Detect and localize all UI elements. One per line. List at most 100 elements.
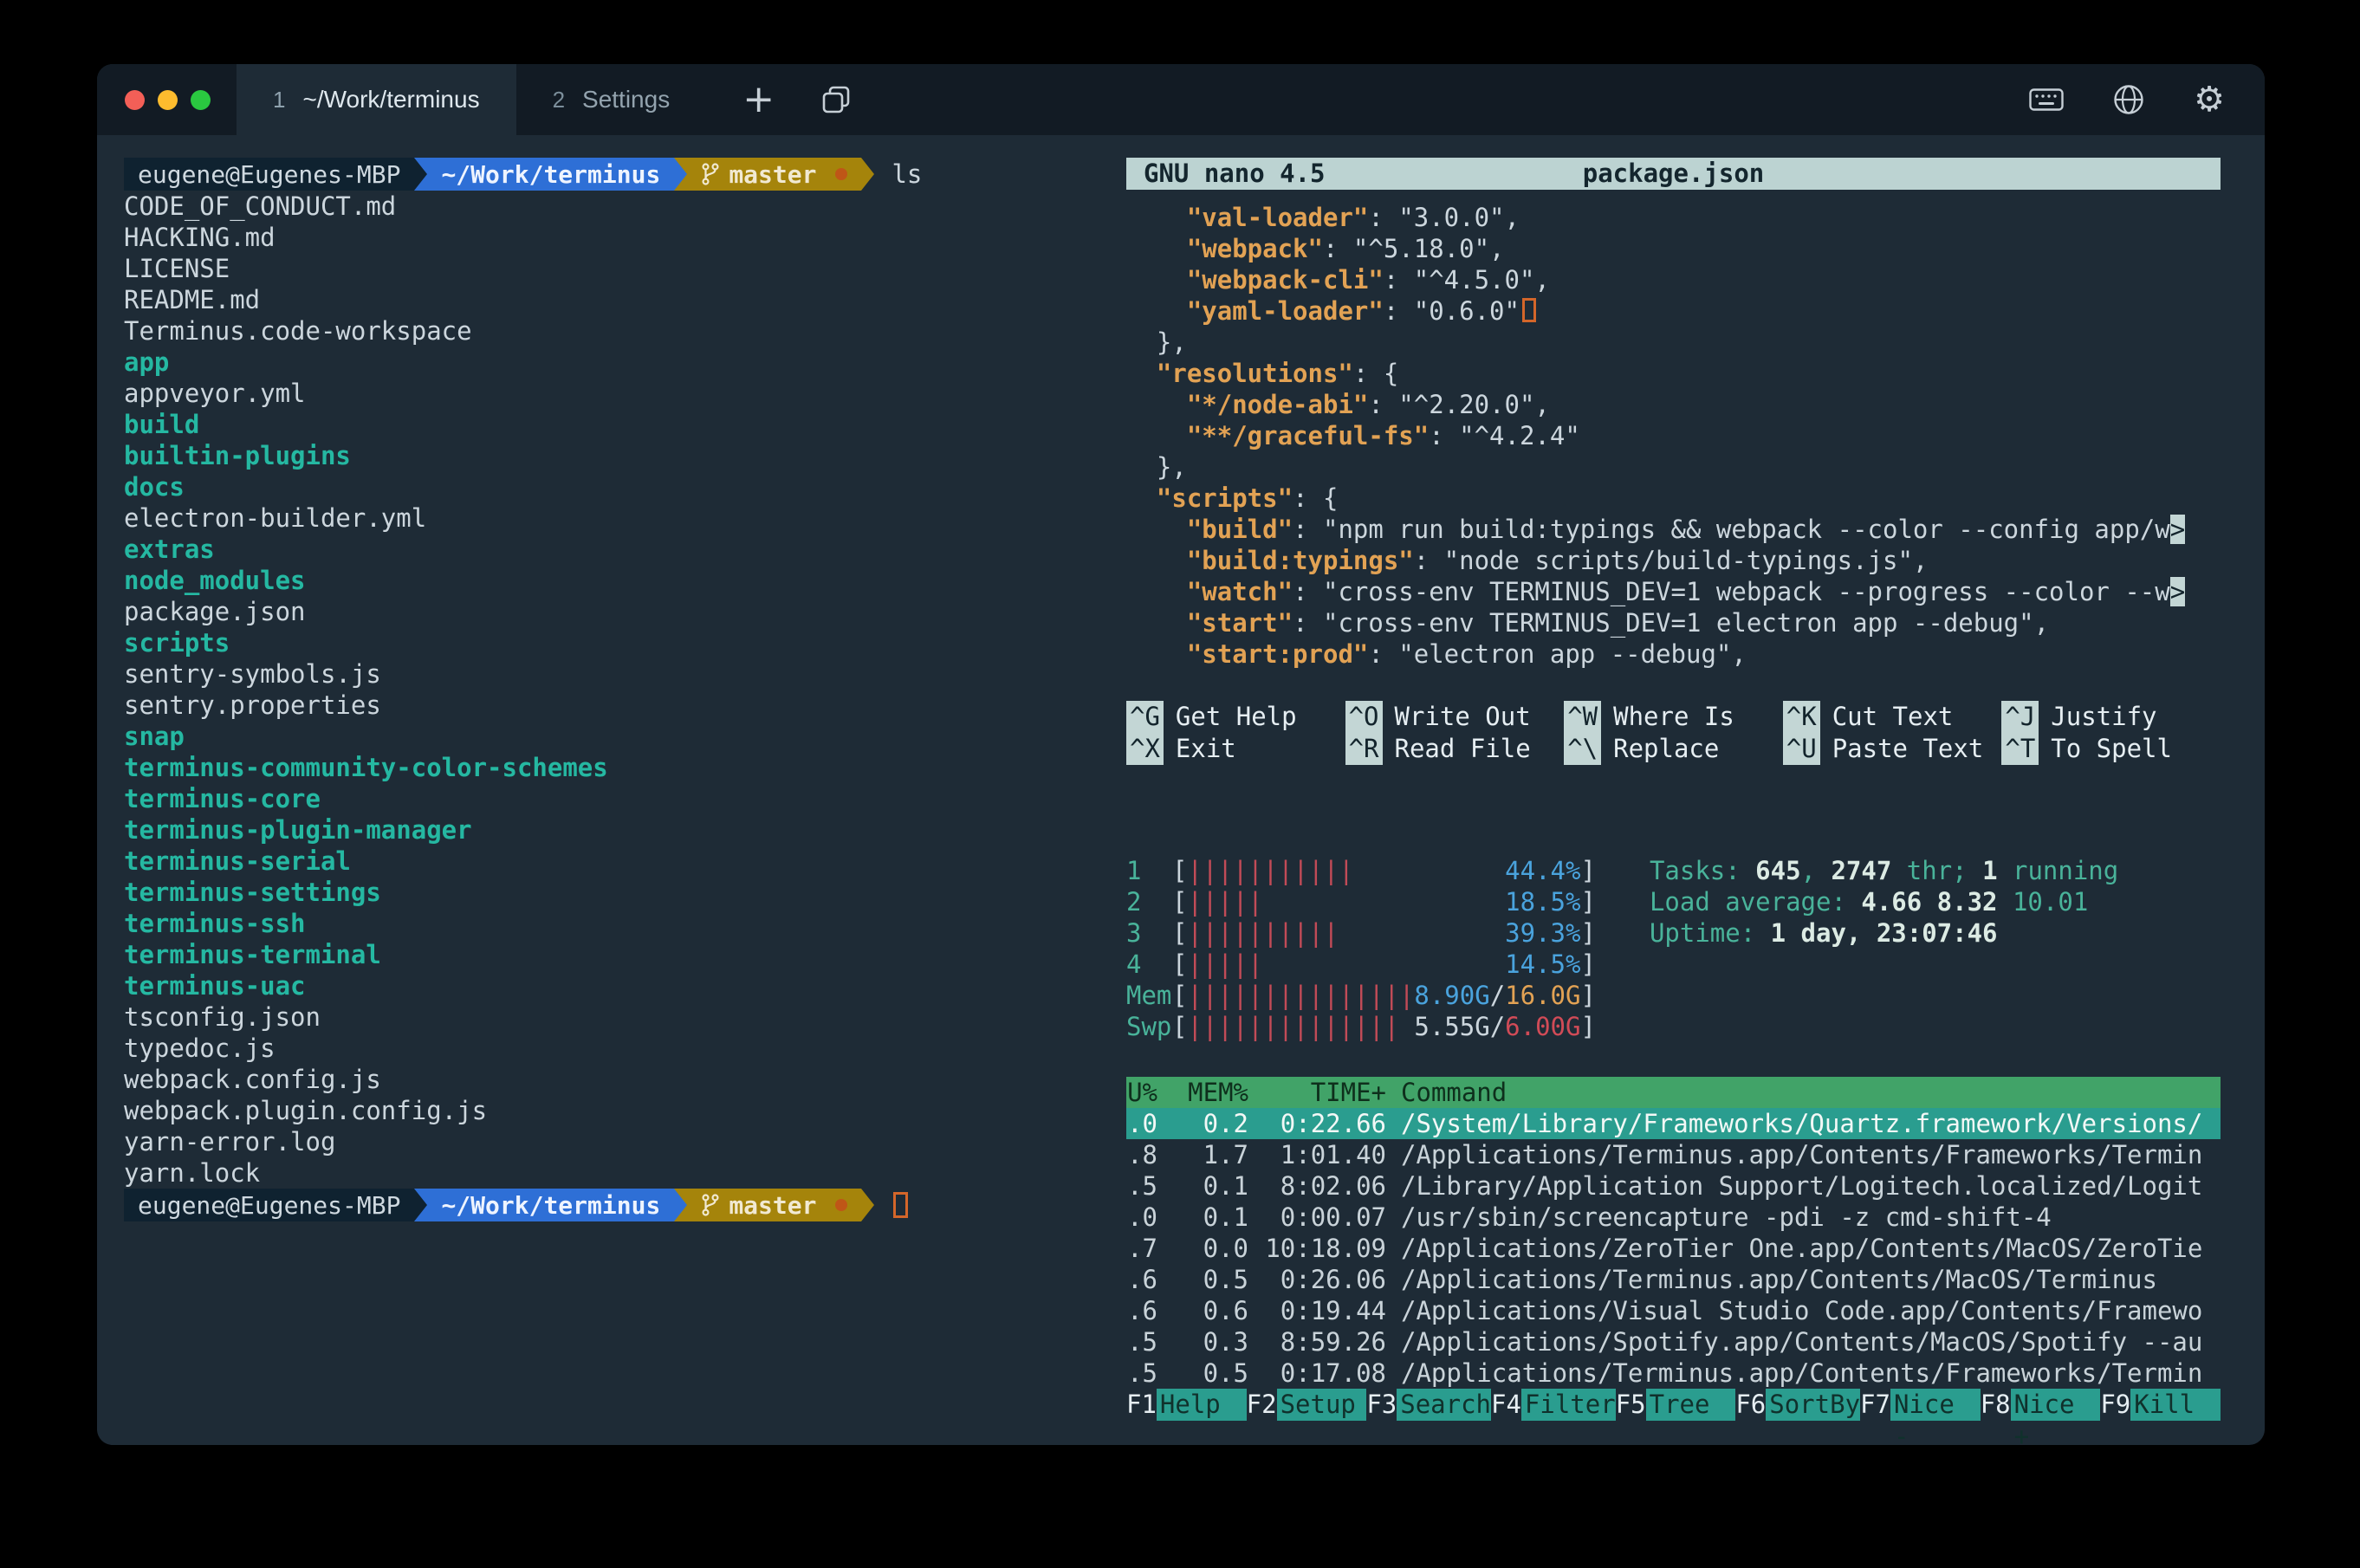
nano-shortcut[interactable]: ^X Exit (1126, 733, 1345, 765)
meter-body: |||||||||||44.4% (1187, 855, 1580, 886)
text-segment: }, (1126, 452, 1187, 482)
text-segment: : "^2.20.0", (1368, 390, 1550, 419)
nano-shortcut[interactable]: ^TTo Spell (2001, 733, 2221, 765)
process-time: 8:59.26 (1263, 1326, 1386, 1357)
fkey-button[interactable]: F1Help (1126, 1389, 1247, 1421)
nano-shortcut[interactable]: ^GGet Help (1126, 701, 1345, 733)
nano-shortcut[interactable]: ^WWhere Is (1564, 701, 1783, 733)
keyboard-icon[interactable] (2029, 88, 2064, 111)
process-row[interactable]: .50.18:02.06/Library/Application Support… (1126, 1170, 2221, 1202)
shortcut-key: ^X (1126, 733, 1164, 765)
text-segment: }, (1126, 327, 1187, 357)
fkey-number: F2 (1247, 1389, 1277, 1421)
fkey-button[interactable]: F7Nice - (1860, 1389, 1981, 1421)
settings-gear-icon[interactable]: ⚙ (2194, 82, 2225, 117)
globe-icon[interactable] (2112, 83, 2145, 116)
powerline-arrow-icon (674, 158, 687, 191)
fkey-number: F4 (1491, 1389, 1521, 1421)
nano-shortcut[interactable]: ^JJustify (2001, 701, 2221, 733)
nano-body: "val-loader": "3.0.0", "webpack": "^5.18… (1126, 202, 2221, 670)
text-segment (1126, 203, 1187, 232)
file-listing: CODE_OF_CONDUCT.mdHACKING.mdLICENSEREADM… (124, 191, 1126, 1189)
process-row[interactable]: .60.60:19.44/Applications/Visual Studio … (1126, 1295, 2221, 1326)
text-segment: 5.55G (1414, 1012, 1489, 1041)
new-tab-icon[interactable]: + (742, 81, 775, 119)
header-cpu: U% (1126, 1077, 1157, 1108)
htop-info-line: Load average: 4.66 8.32 10.01 (1650, 886, 2118, 917)
text-segment (1126, 265, 1187, 295)
prompt-branch-chip: master (687, 158, 861, 191)
meter-bracket: [ (1172, 886, 1187, 917)
fkey-button[interactable]: F6SortBy (1735, 1389, 1860, 1421)
terminus-window: 1 ~/Work/terminus 2 Settings + (97, 64, 2265, 1445)
right-terminal-pane[interactable]: package.json GNU nano 4.5 "val-loader": … (1126, 135, 2265, 1445)
process-row[interactable]: .50.38:59.26/Applications/Spotify.app/Co… (1126, 1326, 2221, 1357)
meter-body: |||||||||||||||8.90G/16.0G (1187, 980, 1580, 1011)
fkey-button[interactable]: F3Search (1366, 1389, 1491, 1421)
htop-header-area: 1[|||||||||||44.4%]2[|||||18.5%]3[||||||… (1126, 855, 2221, 1042)
nano-shortcut[interactable]: ^UPaste Text (1783, 733, 2002, 765)
meter-body: |||||18.5% (1187, 886, 1580, 917)
nano-code-line: "build:typings": "node scripts/build-typ… (1126, 545, 2221, 576)
nano-code-line: }, (1126, 451, 2221, 483)
process-row[interactable]: .70.010:18.09/Applications/ZeroTier One.… (1126, 1233, 2221, 1264)
directory-entry: terminus-serial (124, 846, 1126, 877)
process-table: U% MEM% TIME+ Command .00.20:22.66/Syste… (1126, 1077, 2221, 1389)
prompt-line: eugene@Eugenes-MBP ~/Work/terminus maste… (124, 1189, 1126, 1221)
text-segment: 645 (1755, 856, 1800, 885)
nano-shortcut[interactable]: ^RRead File (1345, 733, 1565, 765)
fkey-button[interactable]: F8Nice + (1981, 1389, 2101, 1421)
process-time: 0:17.08 (1263, 1357, 1386, 1389)
text-segment: Tasks: (1650, 856, 1755, 885)
process-table-header[interactable]: U% MEM% TIME+ Command (1126, 1077, 2221, 1108)
shortcut-label: Exit (1176, 733, 1236, 765)
fkey-number: F1 (1126, 1389, 1157, 1421)
process-row[interactable]: .50.50:17.08/Applications/Terminus.app/C… (1126, 1357, 2221, 1389)
text-segment: "build:typings" (1187, 546, 1414, 575)
text-segment: : "^5.18.0", (1323, 234, 1505, 263)
split-view: eugene@Eugenes-MBP ~/Work/terminus maste… (97, 135, 2265, 1445)
minimize-button[interactable] (158, 90, 178, 110)
shortcut-key: ^\ (1564, 733, 1601, 765)
fkey-label: Nice + (2011, 1389, 2101, 1421)
file-entry: sentry.properties (124, 690, 1126, 721)
text-segment: "yaml-loader" (1187, 296, 1384, 326)
fkey-button[interactable]: F5Tree (1616, 1389, 1736, 1421)
meter-body: ||||||||||39.3% (1187, 917, 1580, 949)
meter-bracket: ] (1580, 917, 1595, 949)
directory-entry: terminus-terminal (124, 939, 1126, 970)
nano-shortcut[interactable]: ^KCut Text (1783, 701, 2002, 733)
dirty-state-dot-icon (835, 168, 847, 180)
tab-settings[interactable]: 2 Settings (516, 64, 707, 135)
prompt-user: eugene@Eugenes-MBP (138, 1191, 400, 1220)
duplicate-tab-icon[interactable] (820, 83, 853, 116)
process-mem: 1.7 (1188, 1139, 1248, 1170)
terminal-pane[interactable]: eugene@Eugenes-MBP ~/Work/terminus maste… (97, 135, 1126, 1445)
powerline-arrow-icon (861, 158, 874, 191)
process-row[interactable]: .00.20:22.66/System/Library/Frameworks/Q… (1126, 1108, 2221, 1139)
powerline-arrow-icon (861, 1189, 874, 1221)
process-row[interactable]: .00.10:00.07/usr/sbin/screencapture -pdi… (1126, 1202, 2221, 1233)
file-entry: README.md (124, 284, 1126, 315)
process-mem: 0.5 (1188, 1357, 1248, 1389)
shortcut-key: ^W (1564, 701, 1601, 733)
meter-value: 5.55G/6.00G (1414, 1011, 1580, 1042)
process-row[interactable]: .60.50:26.06/Applications/Terminus.app/C… (1126, 1264, 2221, 1295)
prompt-branch: master (729, 160, 816, 189)
text-segment: / (1490, 1012, 1505, 1041)
fkey-button[interactable]: F4Filter (1491, 1389, 1616, 1421)
maximize-button[interactable] (191, 90, 211, 110)
fkey-bar: F1HelpF2SetupF3SearchF4FilterF5TreeF6Sor… (1126, 1389, 2221, 1421)
process-row[interactable]: .81.71:01.40/Applications/Terminus.app/C… (1126, 1139, 2221, 1170)
tab-work-terminus[interactable]: 1 ~/Work/terminus (237, 64, 516, 135)
text-segment: "val-loader" (1187, 203, 1369, 232)
fkey-button[interactable]: F9Kill (2100, 1389, 2221, 1421)
nano-shortcut[interactable]: ^OWrite Out (1345, 701, 1565, 733)
fkey-button[interactable]: F2Setup (1247, 1389, 1367, 1421)
close-button[interactable] (125, 90, 145, 110)
shortcut-label: To Spell (2051, 733, 2172, 765)
tab-index: 2 (553, 87, 565, 113)
nano-shortcut[interactable]: ^\Replace (1564, 733, 1783, 765)
meter-bars: ||||| (1187, 886, 1262, 917)
fkey-number: F8 (1981, 1389, 2011, 1421)
